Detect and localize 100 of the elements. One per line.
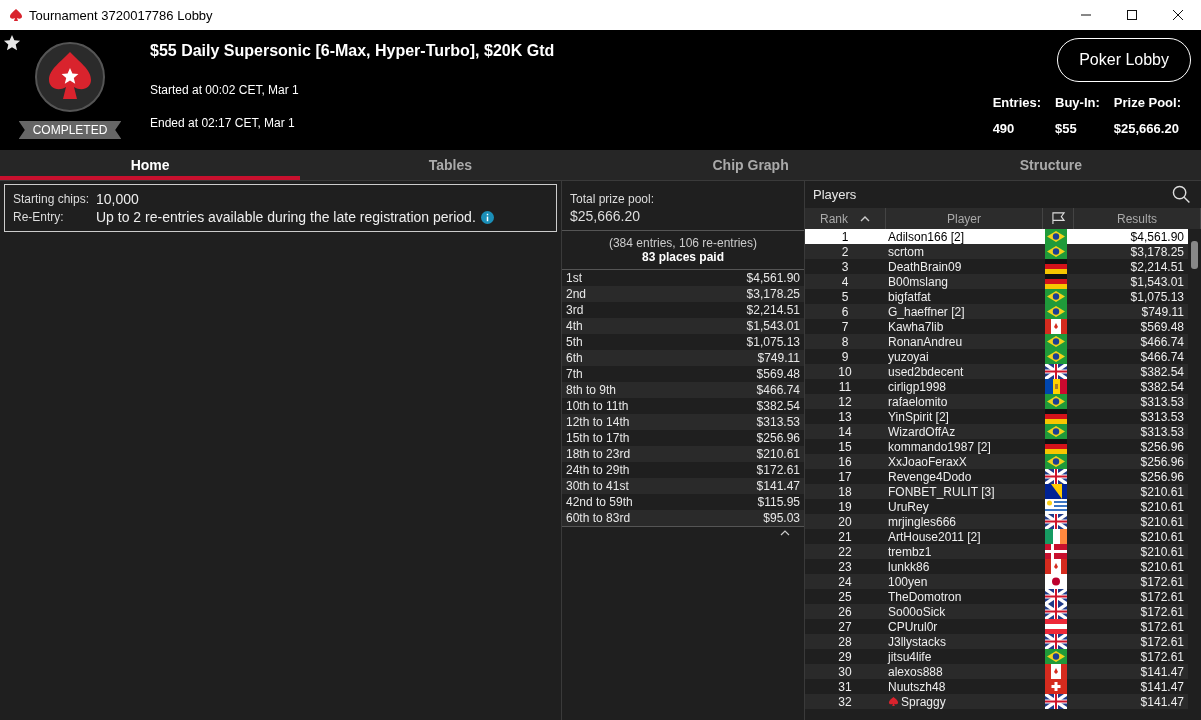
poker-lobby-button[interactable]: Poker Lobby [1057, 38, 1191, 82]
player-row[interactable]: 15 kommando1987 [2] $256.96 [805, 439, 1188, 454]
result-cell-text: $1,075.13 [1129, 289, 1185, 304]
player-row[interactable]: 21 ArtHouse2011 [2] $210.61 [805, 529, 1188, 544]
player-row[interactable]: 18 FONBET_RULIT [3] $210.61 [805, 484, 1188, 499]
rank-cell-text: 19 [837, 499, 853, 514]
player-row[interactable]: 31 Nuutszh48 $141.47 [805, 679, 1188, 694]
player-name: Revenge4Dodo [888, 469, 972, 484]
tab[interactable]: Home [0, 150, 301, 180]
rank-cell-text: 12 [837, 394, 853, 409]
player-row[interactable]: 6 G_haeffner [2] $749.11 [805, 304, 1188, 319]
player-row[interactable]: 1 Adilson166 [2] $4,561.90 [805, 229, 1188, 244]
player-name: kommando1987 [2] [888, 439, 991, 454]
player-row[interactable]: 10 used2bdecent $382.54 [805, 364, 1188, 379]
total-value: $25,666.20 [570, 208, 642, 224]
player-row[interactable]: 24 100yen $172.61 [805, 574, 1188, 589]
tab[interactable]: Tables [300, 150, 601, 180]
rank-cell-text: 6 [840, 304, 850, 319]
result-cell-text: $3,178.25 [1129, 244, 1185, 259]
total-label: Total prize pool: [570, 192, 656, 206]
amount-cell: $749.11 [757, 351, 800, 365]
player-row[interactable]: 22 trembz1 $210.61 [805, 544, 1188, 559]
rank-cell-text: 20 [837, 514, 853, 529]
spade-logo-icon [35, 42, 105, 112]
player-row[interactable]: 4 B00mslang $1,543.01 [805, 274, 1188, 289]
player-row[interactable]: 25 TheDomotron $172.61 [805, 589, 1188, 604]
player-row[interactable]: 28 J3llystacks $172.61 [805, 634, 1188, 649]
player-row[interactable]: 2 scrtom $3,178.25 [805, 244, 1188, 259]
place-cell: 42nd to 59th [566, 495, 633, 509]
result-cell-text: $172.61 [1139, 619, 1185, 634]
player-row[interactable]: 13 YinSpirit [2] $313.53 [805, 409, 1188, 424]
amount-cell: $2,214.51 [746, 303, 800, 317]
amount-cell: $95.03 [763, 511, 800, 525]
player-name: yuzoyai [888, 349, 929, 364]
player-name: TheDomotron [888, 589, 962, 604]
amount-cell: $141.47 [756, 479, 800, 493]
player-row[interactable]: 7 Kawha7lib $569.48 [805, 319, 1188, 334]
player-row[interactable]: 30 alexos888 $141.47 [805, 664, 1188, 679]
player-row[interactable]: 3 DeathBrain09 $2,214.51 [805, 259, 1188, 274]
result-cell-text: $569.48 [1139, 319, 1185, 334]
result-cell-text: $172.61 [1139, 634, 1185, 649]
rank-cell-text: 2 [840, 244, 850, 259]
app-logo-icon [9, 8, 23, 22]
rank-cell-text: 15 [837, 439, 853, 454]
player-row[interactable]: 26 So00oSick $172.61 [805, 604, 1188, 619]
result-cell-text: $256.96 [1139, 469, 1185, 484]
star-icon[interactable] [3, 34, 21, 52]
player-row[interactable]: 19 UruRey $210.61 [805, 499, 1188, 514]
player-row[interactable]: 5 bigfatfat $1,075.13 [805, 289, 1188, 304]
player-row[interactable]: 23 lunkk86 $210.61 [805, 559, 1188, 574]
player-name: cirligp1998 [888, 379, 947, 394]
place-cell: 18th to 23rd [566, 447, 631, 461]
rank-cell-text: 10 [837, 364, 853, 379]
player-row[interactable]: 11 cirligp1998 $382.54 [805, 379, 1188, 394]
player-name: DeathBrain09 [888, 259, 962, 274]
result-cell-text: $313.53 [1139, 424, 1185, 439]
rank-cell-text: 28 [837, 634, 853, 649]
stat-label: Entries: [992, 95, 1042, 110]
tab[interactable]: Chip Graph [600, 150, 901, 180]
amount-cell: $569.48 [756, 367, 800, 381]
rank-cell-text: 14 [837, 424, 853, 439]
result-cell-text: $210.61 [1139, 514, 1185, 529]
place-cell: 60th to 83rd [566, 511, 631, 525]
result-cell-text: $1,543.01 [1129, 274, 1185, 289]
player-row[interactable]: 29 jitsu4life $172.61 [805, 649, 1188, 664]
start-time: Started at 00:02 CET, Mar 1 [150, 83, 300, 97]
info-icon[interactable] [480, 210, 494, 224]
player-name: CPUrul0r [888, 619, 938, 634]
player-row[interactable]: 9 yuzoyai $466.74 [805, 349, 1188, 364]
player-row[interactable]: 16 XxJoaoFeraxX $256.96 [805, 454, 1188, 469]
status-ribbon: COMPLETED [18, 121, 122, 139]
result-cell-text: $210.61 [1139, 499, 1185, 514]
player-row[interactable]: 32 Spraggy $141.47 [805, 694, 1188, 709]
collapse-icon[interactable] [780, 530, 790, 536]
stat-label: Prize Pool: [1113, 95, 1181, 110]
places-paid: 83 places paid [641, 250, 724, 264]
result-cell-text: $141.47 [1139, 694, 1185, 709]
player-row[interactable]: 14 WizardOffAz $313.53 [805, 424, 1188, 439]
rank-cell-text: 31 [837, 679, 853, 694]
place-cell: 2nd [566, 287, 587, 301]
player-row[interactable]: 20 mrjingles666 $210.61 [805, 514, 1188, 529]
amount-cell: $172.61 [756, 463, 800, 477]
place-cell: 6th [566, 351, 583, 365]
place-cell: 30th to 41st [566, 479, 629, 493]
player-name: B00mslang [888, 274, 949, 289]
flag-column-icon[interactable] [1050, 212, 1066, 225]
player-name: WizardOffAz [888, 424, 956, 439]
search-icon[interactable] [1172, 185, 1191, 204]
player-row[interactable]: 8 RonanAndreu $466.74 [805, 334, 1188, 349]
result-cell-text: $172.61 [1139, 649, 1185, 664]
amount-cell: $4,561.90 [746, 271, 800, 285]
result-cell-text: $256.96 [1139, 454, 1185, 469]
tab[interactable]: Structure [900, 150, 1201, 180]
player-row[interactable]: 12 rafaelomito $313.53 [805, 394, 1188, 409]
rank-cell-text: 30 [837, 664, 853, 679]
player-name: 100yen [888, 574, 928, 589]
player-name: XxJoaoFeraxX [888, 454, 967, 469]
result-cell-text: $466.74 [1139, 349, 1185, 364]
player-row[interactable]: 27 CPUrul0r $172.61 [805, 619, 1188, 634]
player-row[interactable]: 17 Revenge4Dodo $256.96 [805, 469, 1188, 484]
